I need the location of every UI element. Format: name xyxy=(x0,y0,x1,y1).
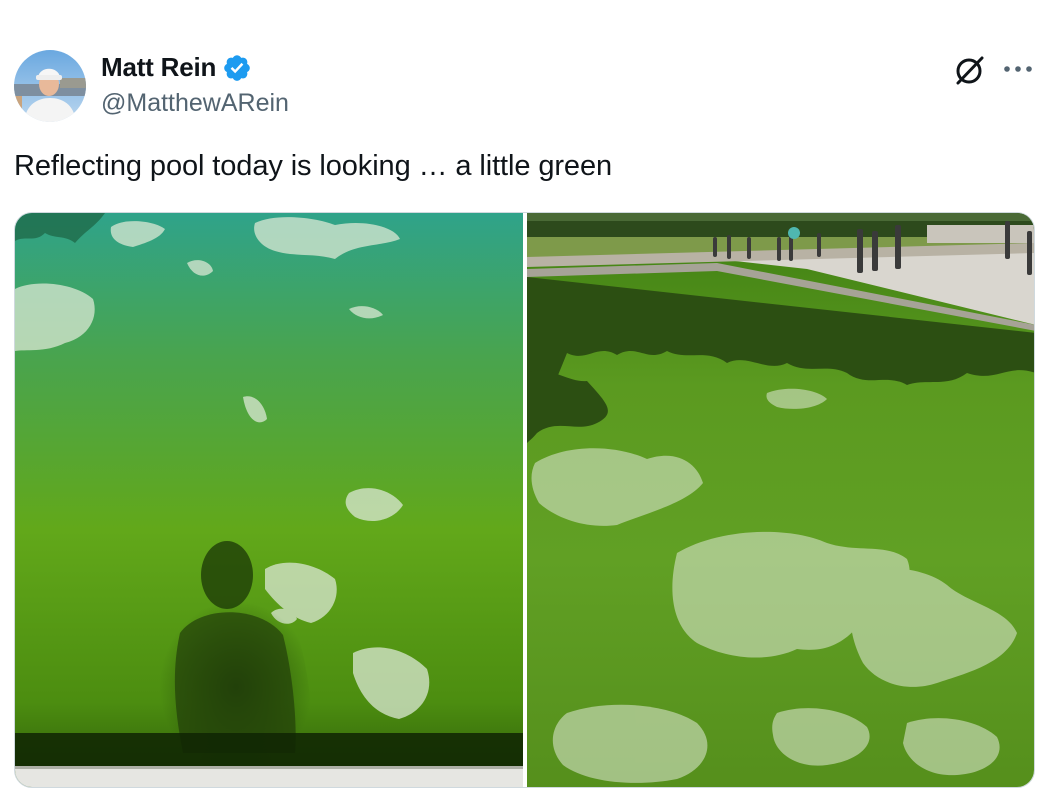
grok-button[interactable] xyxy=(951,52,987,88)
photo-2[interactable] xyxy=(527,213,1034,787)
avatar[interactable] xyxy=(14,50,86,122)
verified-badge-icon[interactable] xyxy=(222,53,252,83)
green-water-shadow-photo xyxy=(15,213,523,787)
grok-icon xyxy=(956,56,984,85)
more-options-button[interactable] xyxy=(998,52,1038,86)
author-name-row: Matt Rein xyxy=(101,52,252,83)
media-grid xyxy=(14,212,1035,788)
reflecting-pool-photo xyxy=(527,213,1034,787)
avatar-photo xyxy=(14,50,86,122)
author-display-name[interactable]: Matt Rein xyxy=(101,52,216,83)
more-options-icon xyxy=(1004,66,1032,72)
tweet-card[interactable]: Matt Rein @MatthewARein Reflecting pool … xyxy=(0,0,1050,804)
tweet-text: Reflecting pool today is looking … a lit… xyxy=(14,150,612,182)
author-handle[interactable]: @MatthewARein xyxy=(101,89,289,118)
photo-1[interactable] xyxy=(15,213,523,787)
